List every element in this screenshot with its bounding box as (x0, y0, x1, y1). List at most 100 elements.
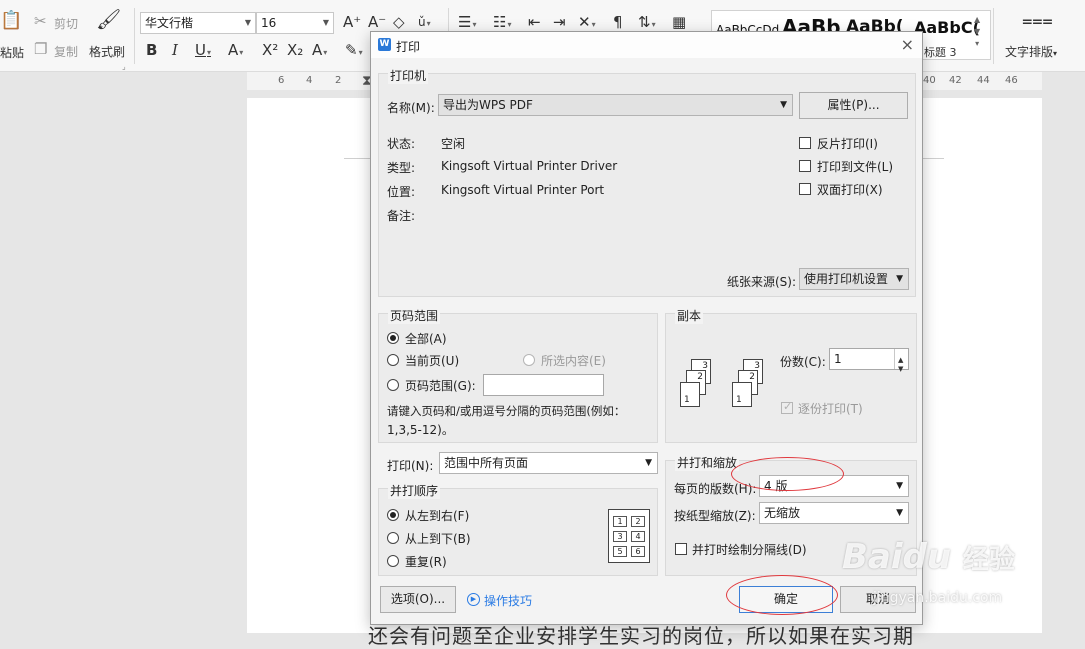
gallery-scroll-icon[interactable]: ▲ ▼ ▾ (974, 14, 980, 50)
collate-checkbox[interactable] (781, 400, 793, 414)
order-cell: 2 (631, 516, 645, 527)
order-repeat-label[interactable]: 重复(R) (405, 553, 447, 570)
type-label: 类型: (387, 161, 416, 175)
order-top-to-bottom-label[interactable]: 从上到下(B) (405, 530, 471, 547)
type-value: Kingsoft Virtual Printer Driver (441, 159, 618, 173)
comment-label: 备注: (387, 209, 416, 223)
ruler-tick: 40 (923, 75, 936, 86)
ribbon-divider (448, 8, 449, 32)
increase-indent-icon[interactable]: ⇥ (553, 13, 566, 31)
close-icon[interactable]: × (901, 35, 914, 54)
dialog-titlebar[interactable]: W 打印 × (371, 32, 922, 58)
paper-source-select[interactable]: 使用打印机设置 ▼ (799, 268, 909, 290)
print-what-value: 范围中所有页面 (444, 456, 529, 470)
copies-group-title: 副本 (675, 307, 704, 324)
text-effect-icon[interactable]: A▾ (312, 41, 327, 62)
range-current-radio[interactable] (387, 354, 399, 366)
group-expand-icon[interactable]: ⌟ (122, 58, 126, 76)
paragraph-mark-icon[interactable]: ¶ (613, 13, 623, 31)
tips-link[interactable]: 操作技巧 (484, 592, 532, 609)
range-current-label[interactable]: 当前页(U) (405, 352, 459, 369)
table-borders-icon[interactable]: ▦ (672, 13, 686, 31)
decrease-indent-icon[interactable]: ⇤ (528, 13, 541, 31)
style-sample-heading3[interactable]: AaBbC( (914, 18, 980, 37)
reverse-print-checkbox[interactable] (799, 137, 811, 149)
printer-name-label: 名称(M): (387, 101, 435, 115)
highlight-icon[interactable]: ✎▾ (345, 41, 363, 62)
ruler-tick: 4 (306, 75, 313, 86)
play-help-icon[interactable]: ▶ (467, 593, 480, 606)
ruler-tick: 46 (1005, 75, 1018, 86)
draw-borders-checkbox[interactable] (675, 543, 687, 555)
range-selection-label[interactable]: 所选内容(E) (541, 352, 606, 369)
font-size-select[interactable]: 16 ▼ (256, 12, 334, 34)
spin-down-icon[interactable]: ▼ (898, 359, 903, 379)
superscript-icon[interactable]: X² (262, 41, 278, 59)
print-what-select[interactable]: 范围中所有页面 ▼ (439, 452, 658, 474)
strikethrough-icon[interactable]: A▾ (228, 41, 243, 62)
format-painter-icon[interactable]: 🖌 (96, 9, 121, 29)
print-to-file-checkbox[interactable] (799, 160, 811, 172)
font-name-select[interactable]: 华文行楷 ▼ (140, 12, 256, 34)
ribbon-divider (993, 8, 994, 64)
paper-source-label: 纸张来源(S): (727, 275, 797, 289)
scale-label: 按纸型缩放(Z): (674, 509, 756, 523)
chevron-down-icon: ▼ (896, 274, 903, 284)
print-what-label: 打印(N): (387, 459, 434, 473)
location-value: Kingsoft Virtual Printer Port (441, 183, 605, 197)
order-cell: 6 (631, 546, 645, 557)
duplex-label[interactable]: 双面打印(X) (817, 181, 883, 198)
paste-icon[interactable]: 📋 (0, 12, 22, 30)
italic-icon[interactable]: I (172, 41, 178, 59)
printer-name-select[interactable]: 导出为WPS PDF ▼ (438, 94, 793, 116)
order-preview-grid: 1 2 3 4 5 6 (608, 509, 650, 563)
subscript-icon[interactable]: X₂ (287, 41, 303, 59)
copy-button[interactable]: 复制 (54, 43, 78, 60)
range-all-radio[interactable] (387, 332, 399, 344)
copies-count-input[interactable]: 1 ▲ ▼ (829, 348, 909, 373)
draw-borders-label[interactable]: 并打时绘制分隔线(D) (692, 541, 807, 558)
reverse-print-label[interactable]: 反片打印(I) (817, 135, 878, 152)
zoom-group-title: 并打和缩放 (675, 454, 740, 471)
shrink-font-icon[interactable]: A⁻ (368, 13, 386, 31)
page-range-hint-line2: 1,3,5-12)。 (387, 423, 454, 437)
range-selection-radio[interactable] (523, 354, 535, 366)
chevron-down-icon: ▼ (244, 18, 251, 27)
paste-label[interactable]: 粘贴 (0, 44, 24, 61)
underline-icon[interactable]: U▾ (195, 41, 211, 62)
status-value: 空闲 (441, 137, 466, 151)
scale-select[interactable]: 无缩放 ▼ (759, 502, 909, 524)
watermark-url: jingyan.baidu.com (873, 590, 1003, 606)
annotation-ellipse-pages (731, 457, 844, 491)
page-range-input[interactable] (483, 374, 604, 396)
range-all-label[interactable]: 全部(A) (405, 330, 447, 347)
chevron-down-icon: ▼ (896, 481, 903, 491)
order-top-to-bottom-radio[interactable] (387, 532, 399, 544)
ribbon-divider (134, 8, 135, 64)
collate-label[interactable]: 逐份打印(T) (798, 400, 863, 417)
print-to-file-label[interactable]: 打印到文件(L) (817, 158, 893, 175)
options-button[interactable]: 选项(O)... (380, 586, 456, 613)
format-painter-button[interactable]: 格式刷 (89, 43, 125, 60)
copies-spinner[interactable]: ▲ ▼ (894, 349, 908, 373)
order-left-to-right-radio[interactable] (387, 509, 399, 521)
range-pages-label[interactable]: 页码范围(G): (405, 377, 476, 394)
text-layout-icon[interactable]: ⩶ (1022, 12, 1053, 30)
bold-icon[interactable]: B (146, 41, 157, 59)
chevron-down-icon: ▼ (780, 100, 787, 110)
duplex-checkbox[interactable] (799, 183, 811, 195)
order-left-to-right-label[interactable]: 从左到右(F) (405, 507, 469, 524)
order-repeat-radio[interactable] (387, 555, 399, 567)
printer-name-value: 导出为WPS PDF (443, 98, 533, 112)
ruler-tick: 44 (977, 75, 990, 86)
range-pages-radio[interactable] (387, 379, 399, 391)
phonetic-icon[interactable]: ǔ▾ (418, 13, 431, 33)
copies-count-label: 份数(C): (780, 355, 826, 369)
dialog-title: 打印 (396, 40, 421, 54)
text-layout-button[interactable]: 文字排版▾ (1005, 43, 1057, 60)
print-order-group-title: 并打顺序 (388, 482, 441, 499)
cut-button[interactable]: 剪切 (54, 15, 78, 32)
properties-button[interactable]: 属性(P)... (799, 92, 908, 119)
grow-font-icon[interactable]: A⁺ (343, 13, 361, 31)
clear-format-icon[interactable]: ◇ (393, 13, 405, 31)
